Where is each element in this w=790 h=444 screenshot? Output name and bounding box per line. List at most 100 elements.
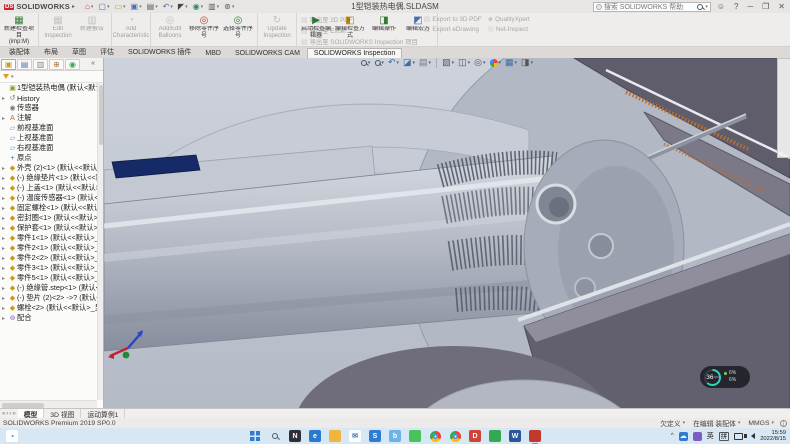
taskbar-app-icon[interactable] [529, 430, 541, 442]
tree-filter[interactable]: ▾ [0, 71, 103, 83]
quick-access-button[interactable]: ▣ ▾ [129, 1, 144, 12]
ribbon-tab[interactable]: SOLIDWORKS CAM [228, 48, 307, 58]
taskbar-app-icon[interactable]: e [309, 430, 321, 442]
hud-button[interactable]: ▧ ▾ [441, 58, 455, 68]
bolt-hole-mid[interactable] [589, 234, 613, 258]
network-icon[interactable] [734, 433, 743, 440]
tab-nav-arrow[interactable]: › [9, 411, 11, 417]
taskbar-app-icon[interactable] [269, 430, 281, 442]
chevron-down-icon[interactable]: ▾ [705, 4, 708, 10]
solidworks-logo[interactable]: DS SOLIDWORKS ▸ [0, 2, 79, 11]
tree-item[interactable]: ▸ ◉ 传感器 [0, 103, 97, 113]
graphics-viewport[interactable]: ▾ ▾ ↶ ▾ ◪ ▾ ▤ ▾ ▧ ▾ ◫ ▾ [104, 58, 790, 408]
quick-access-button[interactable]: ⌂ ▾ [83, 1, 95, 12]
ribbon-button[interactable]: ▦Edit Inspection Project [41, 14, 75, 45]
close-button[interactable]: ✕ [775, 2, 788, 11]
ribbon-button[interactable]: ◎选择零件序号 [221, 14, 255, 45]
tree-vertical-scrollbar[interactable] [97, 83, 103, 400]
tree-item[interactable]: ▸ A 注解 [0, 113, 97, 123]
tree-item[interactable]: ▸ ◆ 零件2<1> (默认<<默认>_显示状态 [0, 243, 97, 253]
ribbon-tab[interactable]: SOLIDWORKS Inspection [307, 48, 402, 58]
taskbar-clock[interactable]: 15:59 2022/8/15 [760, 430, 786, 442]
hud-button[interactable]: ▾ [489, 58, 503, 68]
hud-button[interactable]: ◎ ▾ [473, 58, 486, 68]
login-icon[interactable]: ☺ [714, 2, 728, 11]
tree-item[interactable]: ▸ ◆ (-) 绝缘垫片<1> (默认<<默认>_显 [0, 173, 97, 183]
panel-collapse-icon[interactable]: « [91, 60, 95, 67]
ribbon-button[interactable]: ◎移除零件序号 [187, 14, 221, 45]
tree-item[interactable]: ▸ ⊚ 配合 [0, 313, 97, 323]
export-menu-item[interactable]: ◎Net-Inspect [488, 25, 530, 33]
quick-access-button[interactable]: ◉ ▾ [191, 1, 206, 12]
tree-item[interactable]: ▸ ▱ 上视基准面 [0, 133, 97, 143]
tab-nav-arrow[interactable]: « [2, 411, 5, 417]
ribbon-tab[interactable]: 评估 [93, 45, 121, 58]
tree-item[interactable]: ▸ ↺ History [0, 93, 97, 103]
tree-item[interactable]: ▸ ▣ 1型铠装热电偶 (默认<默认_显示状态-1 [0, 83, 97, 93]
ribbon-button[interactable]: ◔Add Characteristic [114, 14, 148, 45]
feature-manager-tab[interactable]: ▤ [17, 59, 32, 70]
status-item[interactable]: MMGS ▾ [748, 420, 774, 427]
tab-nav-arrow[interactable]: » [12, 411, 15, 417]
quick-access-button[interactable]: ▢ ▾ [96, 1, 111, 12]
tree-item[interactable]: ▸ + 原点 [0, 153, 97, 163]
tree-item[interactable]: ▸ ◆ 外壳 (2)<1> (默认<<默认>_显示状 [0, 163, 97, 173]
model-tab[interactable]: 模型 [18, 409, 45, 418]
taskbar-app-icon[interactable] [489, 430, 501, 442]
tree-item[interactable]: ▸ ◆ (-) 温度传感器<1> (默认<<默认>_ [0, 193, 97, 203]
taskbar-app-icon[interactable]: S [369, 430, 381, 442]
feature-manager-tab[interactable]: ◉ [65, 59, 80, 70]
taskbar-app-icon[interactable] [409, 430, 421, 442]
ime-mode[interactable]: 英 [707, 431, 714, 441]
quick-access-button[interactable]: ↶ ▾ [161, 1, 175, 12]
quick-access-button[interactable]: ▤ ▾ [145, 1, 160, 12]
model-tab[interactable]: 3D 视图 [44, 409, 81, 418]
export-menu-item[interactable]: ▤导出至 SOLIDWORKS Inspection 项目 [301, 37, 418, 46]
export-menu-item[interactable]: ◆QualityXpert [488, 15, 530, 23]
ribbon-button[interactable]: ▦新建检查项目(imp:M) [2, 14, 36, 45]
tree-item[interactable]: ▸ ◆ 零件5<1> (默认<<默认>_显示状态 [0, 273, 97, 283]
export-menu-item[interactable]: ▤导出至 2D PDF [301, 15, 418, 24]
quick-access-button[interactable]: ▥ ▾ [206, 1, 221, 12]
taskbar-app-icon[interactable]: b [389, 430, 401, 442]
tree-item[interactable]: ▸ ◆ 固定螺栓<1> (默认<<默认>_显示状 [0, 203, 97, 213]
tree-item[interactable]: ▸ ◆ 零件2<2> (默认<<默认>_显示状态 [0, 253, 97, 263]
feature-manager-tab[interactable]: ⊕ [49, 59, 64, 70]
model-3d-view[interactable] [104, 58, 790, 408]
tree-item[interactable]: ▸ ◆ 保护套<1> (默认<<默认>_显示状态 [0, 223, 97, 233]
quick-access-button[interactable]: ⊛ ▾ [222, 1, 236, 12]
onedrive-icon[interactable]: ☁ [679, 432, 688, 441]
widgets-icon[interactable]: ◔ [6, 430, 18, 442]
taskbar-app-icon[interactable] [449, 430, 461, 442]
volume-icon[interactable] [751, 433, 755, 439]
ribbon-tab[interactable]: 草图 [65, 45, 93, 58]
search-input[interactable]: 搜索 SOLIDWORKS 帮助 ▾ [593, 2, 711, 12]
ime-badge[interactable]: 拼 [719, 432, 730, 441]
tree-item[interactable]: ▸ ◆ 零件1<1> (默认<<默认>_显示状态 [0, 233, 97, 243]
ribbon-tab[interactable]: SOLIDWORKS 插件 [121, 45, 198, 58]
feature-manager-tab[interactable]: ▣ [1, 59, 16, 70]
tab-nav-arrow[interactable]: ‹ [6, 411, 8, 417]
hud-button[interactable]: ◪ ▾ [402, 58, 416, 68]
taskbar-app-icon[interactable] [249, 430, 261, 442]
menu-expand-icon[interactable]: ▸ [72, 3, 75, 10]
taskbar-app-icon[interactable]: N [289, 430, 301, 442]
tree-item[interactable]: ▸ ◆ (-) 绝缘管.step<1> (默认<<默认 [0, 283, 97, 293]
export-menu-item[interactable]: ▤Export eDrawing [424, 25, 482, 33]
taskbar-app-icon[interactable] [329, 430, 341, 442]
feature-manager-tab[interactable]: ▥ [33, 59, 48, 70]
tree-item[interactable]: ▸ ▱ 前视基准面 [0, 123, 97, 133]
ribbon-button[interactable]: ◎Add/Edit Balloons [153, 14, 187, 45]
export-menu-item[interactable]: ▤Export to 3D PDF [424, 15, 482, 23]
tree-item[interactable]: ▸ ◆ (-) 垫片 (2)<2> ->? (默认<<默认 [0, 293, 97, 303]
tree-item[interactable]: ▸ ◆ 螺栓<2> (默认<<默认>_显示状态 [0, 303, 97, 313]
hud-button[interactable]: ◨ ▾ [520, 58, 534, 68]
hud-button[interactable]: ▦ ▾ [504, 58, 518, 68]
hud-button[interactable]: ↶ ▾ [387, 58, 400, 68]
search-icon[interactable] [697, 4, 703, 10]
tree-item[interactable]: ▸ ◆ 密封圈<1> (默认<<默认>_显示状态 [0, 213, 97, 223]
hud-button[interactable]: ▤ ▾ [418, 58, 432, 68]
quick-access-button[interactable]: ▭ ▾ [112, 1, 127, 12]
ribbon-tab[interactable]: MBD [198, 48, 228, 58]
scrollbar-thumb[interactable] [2, 403, 44, 408]
